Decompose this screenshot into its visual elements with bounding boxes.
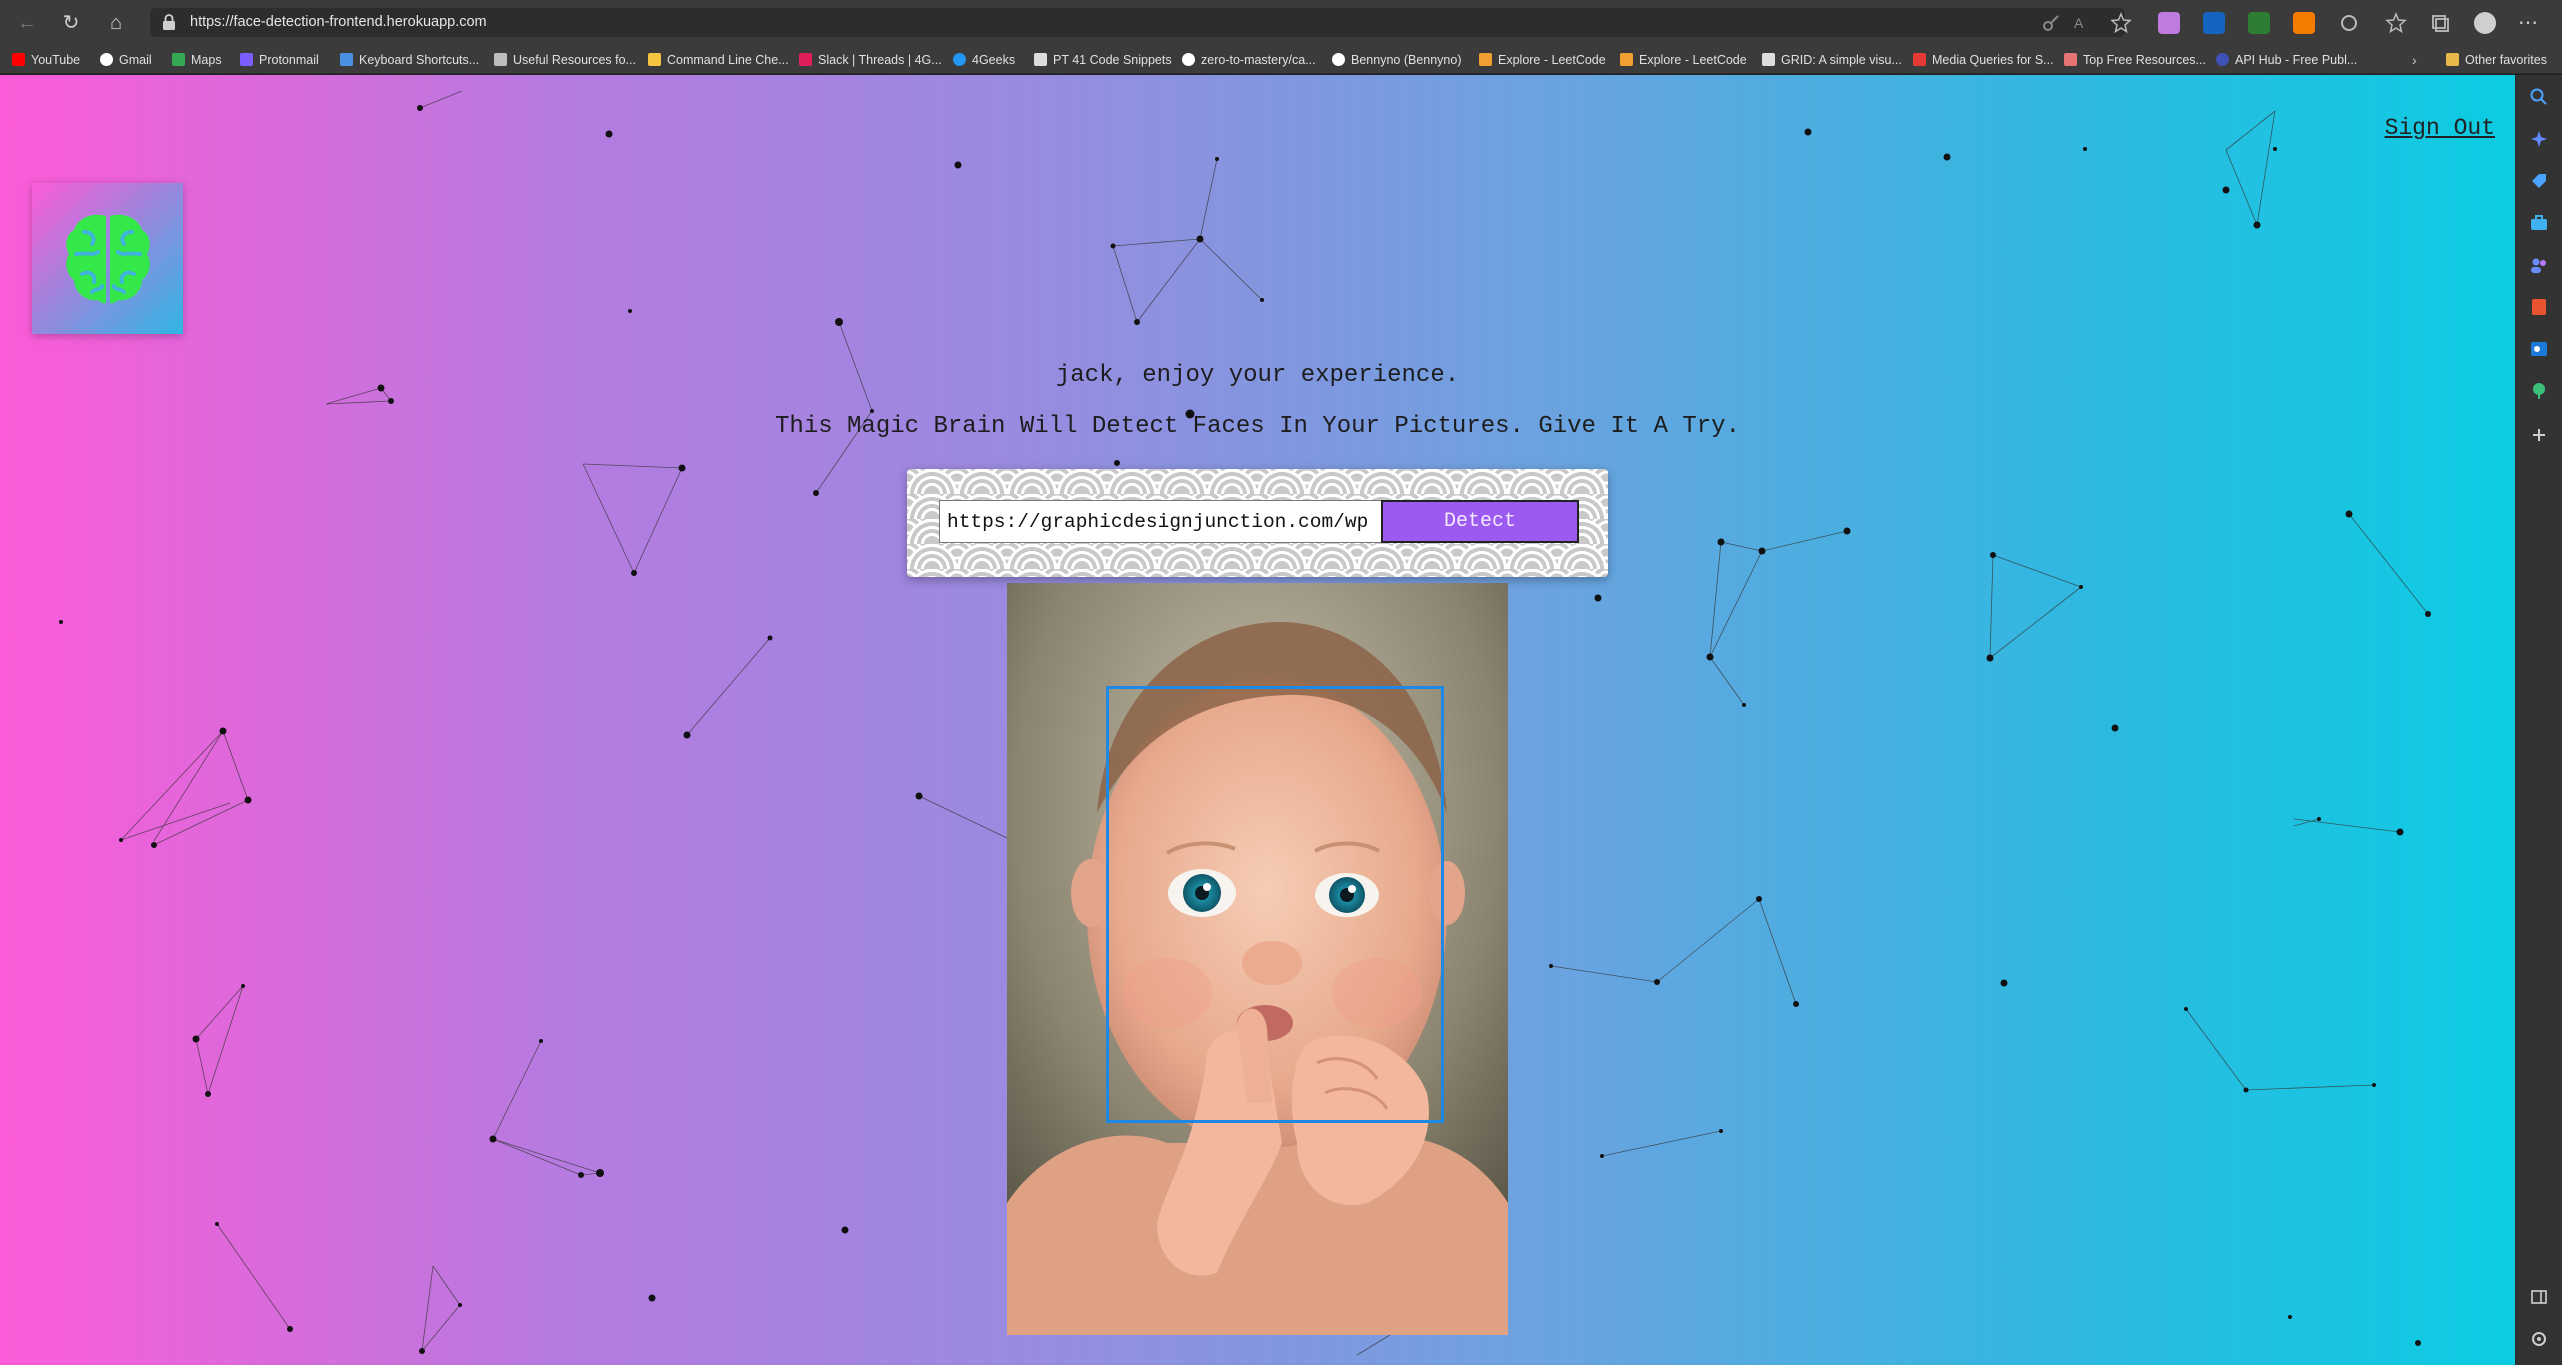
extension-icon-4[interactable]: [2293, 12, 2315, 34]
extension-icon-1[interactable]: [2158, 12, 2180, 34]
logo: [32, 183, 183, 334]
leetcode-icon: [1479, 53, 1492, 66]
bookmarks-overflow-icon[interactable]: ›: [2412, 51, 2417, 68]
app-page: Sign Out jack, enjoy your experience. Th…: [0, 75, 2515, 1365]
search-icon[interactable]: [2529, 87, 2549, 107]
bookmark-item[interactable]: Explore - LeetCode: [1479, 51, 1606, 68]
browser-toolbar: ← ↻ ⌂ https://face-detection-frontend.he…: [0, 0, 2562, 44]
bookmark-item[interactable]: Protonmail: [240, 51, 319, 68]
url-text: https://face-detection-frontend.herokuap…: [190, 14, 487, 30]
keyboard-icon: [340, 53, 353, 66]
bookmark-item[interactable]: PT 41 Code Snippets: [1034, 51, 1172, 68]
slack-icon: [799, 53, 812, 66]
back-icon[interactable]: ←: [14, 10, 40, 36]
grid-icon: [1762, 53, 1775, 66]
bookmark-item[interactable]: Command Line Che...: [648, 51, 789, 68]
bookmark-item[interactable]: Slack | Threads | 4G...: [799, 51, 942, 68]
add-icon[interactable]: [2529, 425, 2549, 445]
bookmark-item[interactable]: Gmail: [100, 51, 152, 68]
lock-icon: [163, 14, 175, 30]
github-icon: [1332, 53, 1345, 66]
office-icon[interactable]: [2529, 297, 2549, 317]
collections-icon[interactable]: [2429, 12, 2451, 34]
bookmark-item[interactable]: Useful Resources fo...: [494, 51, 636, 68]
tag-icon[interactable]: [2529, 171, 2549, 191]
bookmark-item[interactable]: Keyboard Shortcuts...: [340, 51, 479, 68]
detect-button[interactable]: Detect: [1381, 500, 1579, 543]
address-bar[interactable]: https://face-detection-frontend.herokuap…: [150, 8, 2125, 37]
leetcode-icon: [1620, 53, 1633, 66]
sparkle-icon[interactable]: [2529, 129, 2549, 149]
toolbox-icon[interactable]: [2529, 213, 2549, 233]
more-menu-icon[interactable]: ⋯: [2515, 10, 2541, 36]
settings-gear-icon[interactable]: [2529, 1329, 2549, 1349]
people-icon[interactable]: [2529, 255, 2549, 275]
bookmark-item[interactable]: zero-to-mastery/ca...: [1182, 51, 1316, 68]
submitted-photo: [1007, 583, 1508, 1335]
bookmarks-bar: YouTube Gmail Maps Protonmail Keyboard S…: [0, 44, 2562, 74]
tagline-text: This Magic Brain Will Detect Faces In Yo…: [775, 413, 1740, 440]
maps-icon: [172, 53, 185, 66]
image-url-form: Detect: [907, 469, 1608, 577]
folder-icon: [2446, 53, 2459, 66]
extension-icon-2[interactable]: [2203, 12, 2225, 34]
google-icon: [100, 53, 113, 66]
bookmark-item[interactable]: Top Free Resources...: [2064, 51, 2206, 68]
snippets-icon: [1034, 53, 1047, 66]
refresh-icon[interactable]: ↻: [58, 10, 84, 36]
face-bounding-box: [1106, 686, 1444, 1123]
greeting-text: jack, enjoy your experience.: [1055, 362, 1460, 389]
bookmark-item[interactable]: Explore - LeetCode: [1620, 51, 1747, 68]
svg-text:A: A: [2074, 15, 2084, 31]
resources-icon: [2064, 53, 2077, 66]
read-aloud-icon[interactable]: A: [2072, 12, 2094, 34]
protonmail-icon: [240, 53, 253, 66]
outlook-icon[interactable]: [2529, 339, 2549, 359]
image-url-input[interactable]: [939, 500, 1391, 543]
brain-icon: [66, 214, 150, 304]
terminal-icon: [648, 53, 661, 66]
favorites-icon[interactable]: [2385, 12, 2407, 34]
sidebar-layout-icon[interactable]: [2529, 1287, 2549, 1307]
key-icon[interactable]: [2040, 12, 2062, 34]
bookmark-item[interactable]: YouTube: [12, 51, 80, 68]
favorite-add-icon[interactable]: [2110, 12, 2132, 34]
bookmark-item[interactable]: Bennyno (Bennyno): [1332, 51, 1462, 68]
tree-icon[interactable]: [2529, 381, 2549, 401]
github-icon: [1182, 53, 1195, 66]
browser-sidebar: [2515, 75, 2562, 1365]
home-icon[interactable]: ⌂: [103, 10, 129, 36]
profile-avatar[interactable]: [2474, 12, 2496, 34]
extension-icon-3[interactable]: [2248, 12, 2270, 34]
4geeks-icon: [953, 53, 966, 66]
sign-out-link[interactable]: Sign Out: [2385, 115, 2495, 141]
document-icon: [494, 53, 507, 66]
bookmark-item[interactable]: 4Geeks: [953, 51, 1015, 68]
api-hub-icon: [2216, 53, 2229, 66]
bookmark-item[interactable]: API Hub - Free Publ...: [2216, 51, 2357, 68]
media-queries-icon: [1913, 53, 1926, 66]
bookmark-item[interactable]: Media Queries for S...: [1913, 51, 2054, 68]
other-favorites[interactable]: Other favorites: [2446, 51, 2547, 68]
bookmark-item[interactable]: Maps: [172, 51, 222, 68]
bookmark-item[interactable]: GRID: A simple visu...: [1762, 51, 1902, 68]
sync-icon[interactable]: [2338, 12, 2360, 34]
youtube-icon: [12, 53, 25, 66]
